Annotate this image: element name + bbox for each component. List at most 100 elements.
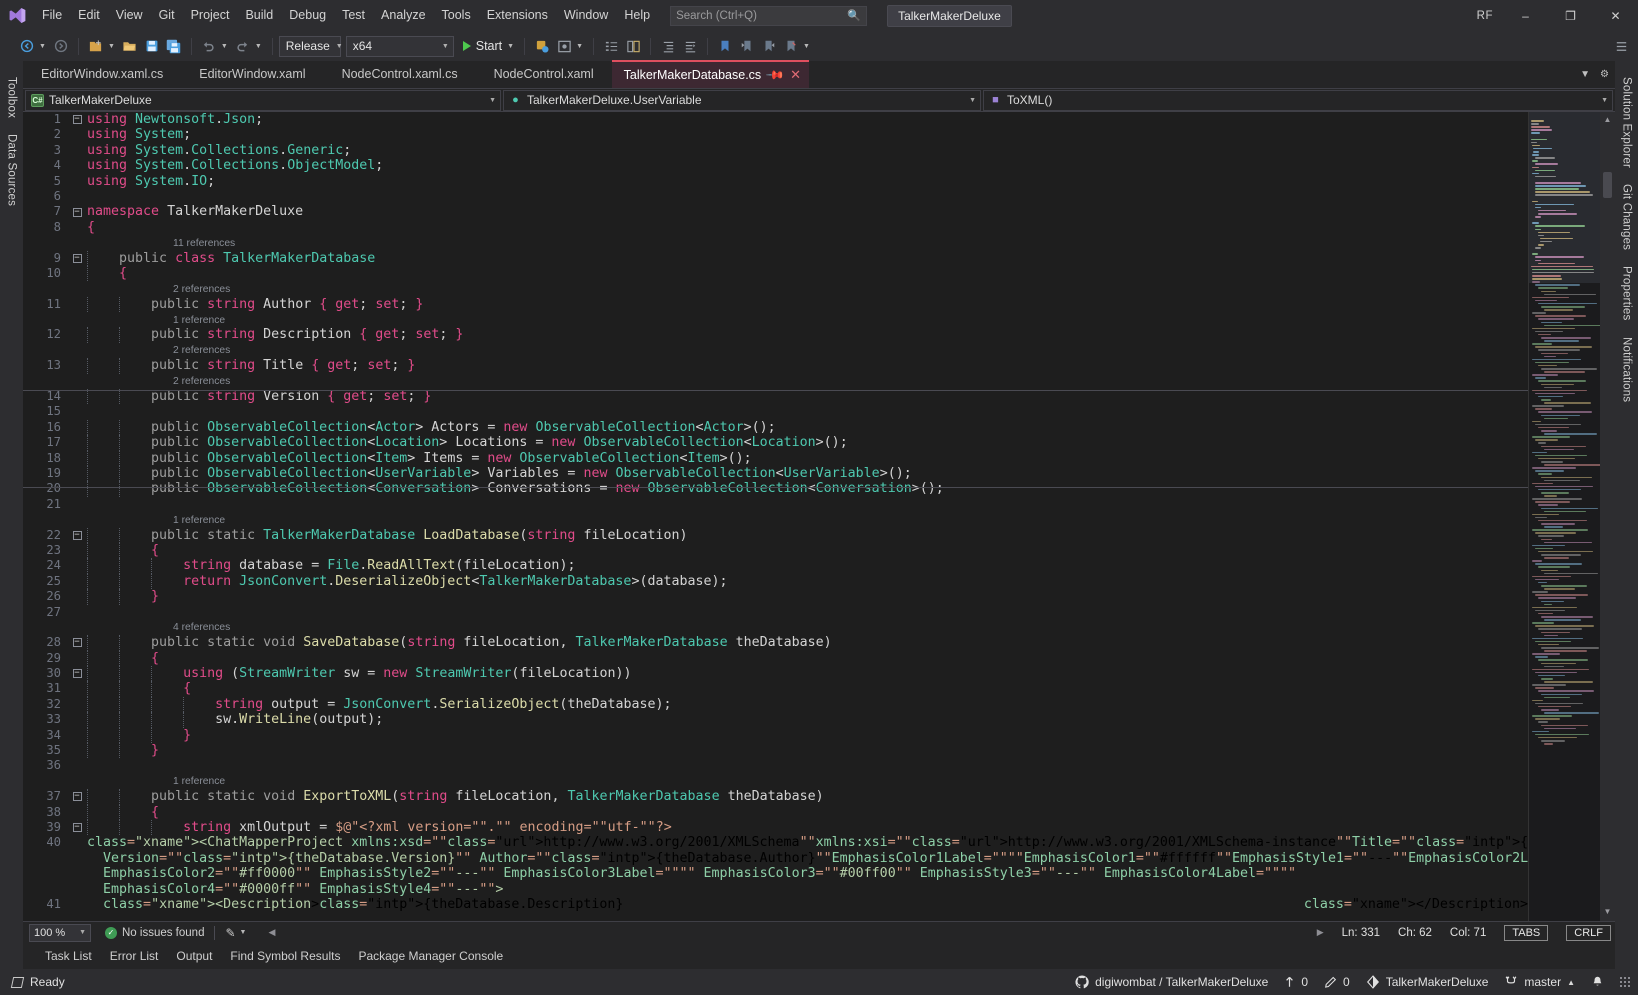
- code-line[interactable]: Version=""class="intp">{theDatabase.Vers…: [23, 851, 1528, 866]
- document-tab-nodecontrol-xaml[interactable]: NodeControl.xaml: [476, 60, 612, 88]
- navigate-forward-icon[interactable]: [50, 34, 72, 58]
- menu-file[interactable]: File: [34, 0, 70, 31]
- close-tab-icon[interactable]: ✕: [790, 62, 801, 88]
- menu-test[interactable]: Test: [334, 0, 373, 31]
- navbar-project-combo[interactable]: C# TalkerMakerDeluxe ▼: [25, 90, 501, 111]
- start-debug-button[interactable]: Start: [459, 34, 506, 58]
- code-line[interactable]: 13 public string Title { get; set; }: [23, 358, 1528, 373]
- menu-project[interactable]: Project: [183, 0, 238, 31]
- notifications-indicator[interactable]: [1591, 975, 1604, 989]
- search-input[interactable]: Search (Ctrl+Q) 🔍: [670, 6, 867, 26]
- properties-window-icon[interactable]: [622, 34, 644, 58]
- rail-tab-toolbox[interactable]: Toolbox: [3, 69, 21, 126]
- code-line[interactable]: 31 {: [23, 681, 1528, 696]
- navbar-member-combo[interactable]: ■ ToXML() ▼: [983, 90, 1613, 111]
- code-line[interactable]: 14 public string Version { get; set; }: [23, 389, 1528, 404]
- previous-bookmark-icon[interactable]: [736, 34, 758, 58]
- code-line[interactable]: 26 }: [23, 589, 1528, 604]
- code-line[interactable]: 33 sw.WriteLine(output);: [23, 712, 1528, 727]
- code-line[interactable]: 22− public static TalkerMakerDatabase Lo…: [23, 528, 1528, 543]
- menu-edit[interactable]: Edit: [70, 0, 108, 31]
- code-line[interactable]: 25 return JsonConvert.DeserializeObject<…: [23, 574, 1528, 589]
- scrollbar-thumb[interactable]: [1603, 172, 1612, 198]
- code-reference-lens[interactable]: 2 references: [23, 281, 1528, 296]
- code-line[interactable]: 17 public ObservableCollection<Location>…: [23, 435, 1528, 450]
- code-reference-lens[interactable]: 11 references: [23, 235, 1528, 250]
- code-reference-lens[interactable]: 4 references: [23, 620, 1528, 635]
- minimap[interactable]: [1528, 112, 1600, 921]
- code-line[interactable]: 30− using (StreamWriter sw = new StreamW…: [23, 666, 1528, 681]
- new-project-caret-icon[interactable]: ▼: [107, 43, 119, 50]
- code-line[interactable]: 2using System;: [23, 127, 1528, 142]
- rail-tab-solution-explorer[interactable]: Solution Explorer: [1618, 69, 1636, 176]
- code-line[interactable]: 12 public string Description { get; set;…: [23, 327, 1528, 342]
- solution-configuration-combo[interactable]: Release ▼: [279, 36, 341, 57]
- solution-platform-combo[interactable]: x64 ▼: [346, 36, 454, 57]
- fold-toggle-icon[interactable]: −: [73, 638, 82, 647]
- code-line[interactable]: 5using System.IO;: [23, 174, 1528, 189]
- fold-toggle-icon[interactable]: −: [73, 792, 82, 801]
- indent-icon[interactable]: [657, 34, 679, 58]
- toolbar-options-icon[interactable]: [1610, 34, 1632, 58]
- code-line[interactable]: 9− public class TalkerMakerDatabase: [23, 251, 1528, 266]
- menu-tools[interactable]: Tools: [434, 0, 479, 31]
- live-share-icon[interactable]: [531, 34, 553, 58]
- close-button[interactable]: ✕: [1593, 0, 1638, 31]
- save-icon[interactable]: [141, 34, 163, 58]
- bottom-tab-output[interactable]: Output: [176, 949, 212, 963]
- collapse-arrow-icon[interactable]: ◀: [268, 927, 275, 938]
- code-line[interactable]: 11 public string Author { get; set; }: [23, 297, 1528, 312]
- tab-settings-icon[interactable]: ⚙: [1600, 69, 1609, 80]
- navbar-type-combo[interactable]: ● TalkerMakerDeluxe.UserVariable ▼: [503, 90, 981, 111]
- code-line[interactable]: EmphasisColor4=""#0000ff"" EmphasisStyle…: [23, 882, 1528, 897]
- fold-toggle-icon[interactable]: −: [73, 208, 82, 217]
- bookmark-icon[interactable]: [714, 34, 736, 58]
- code-line[interactable]: 27: [23, 605, 1528, 620]
- rail-tab-properties[interactable]: Properties: [1618, 258, 1636, 328]
- menu-view[interactable]: View: [108, 0, 151, 31]
- code-line[interactable]: 35 }: [23, 743, 1528, 758]
- code-line[interactable]: 34 }: [23, 728, 1528, 743]
- code-line[interactable]: 18 public ObservableCollection<Item> Ite…: [23, 451, 1528, 466]
- save-all-icon[interactable]: [163, 34, 185, 58]
- code-line[interactable]: 29 {: [23, 651, 1528, 666]
- menu-git[interactable]: Git: [151, 0, 183, 31]
- pending-changes-indicator[interactable]: 0: [1324, 975, 1350, 989]
- issues-indicator[interactable]: ✓ No issues found: [105, 927, 204, 939]
- code-line[interactable]: 41 class="xname"><Description>class="int…: [23, 897, 1528, 912]
- code-line[interactable]: 38 {: [23, 805, 1528, 820]
- code-line[interactable]: 20 public ObservableCollection<Conversat…: [23, 481, 1528, 496]
- code-line[interactable]: 3using System.Collections.Generic;: [23, 143, 1528, 158]
- solution-name-chip[interactable]: TalkerMakerDeluxe: [887, 5, 1012, 27]
- code-reference-lens[interactable]: 2 references: [23, 374, 1528, 389]
- bottom-tab-error-list[interactable]: Error List: [110, 949, 159, 963]
- document-tab-nodecontrol-xaml-cs[interactable]: NodeControl.xaml.cs: [324, 60, 476, 88]
- code-line[interactable]: 23 {: [23, 543, 1528, 558]
- pin-icon[interactable]: 📌: [761, 61, 790, 90]
- new-project-icon[interactable]: [85, 34, 107, 58]
- code-reference-lens[interactable]: 1 reference: [23, 512, 1528, 527]
- code-line[interactable]: 8{: [23, 220, 1528, 235]
- solution-explorer-icon[interactable]: [600, 34, 622, 58]
- maximize-button[interactable]: ❐: [1548, 0, 1593, 31]
- undo-caret-icon[interactable]: ▼: [220, 43, 232, 50]
- code-line[interactable]: 40class="xname"><ChatMapperProject xmlns…: [23, 835, 1528, 850]
- code-reference-lens[interactable]: 2 references: [23, 343, 1528, 358]
- github-repo-indicator[interactable]: digiwombat / TalkerMakerDeluxe: [1075, 975, 1268, 989]
- start-caret-icon[interactable]: ▼: [506, 43, 518, 50]
- code-line[interactable]: 21: [23, 497, 1528, 512]
- back-dropdown-caret-icon[interactable]: ▼: [38, 43, 50, 50]
- resize-grip-icon[interactable]: [1620, 977, 1630, 987]
- code-line[interactable]: 1−using Newtonsoft.Json;: [23, 112, 1528, 127]
- rail-tab-notifications[interactable]: Notifications: [1618, 329, 1636, 410]
- document-tab-talkermakerdatabase-cs[interactable]: TalkerMakerDatabase.cs 📌 ✕: [612, 60, 809, 88]
- branch-indicator[interactable]: master ▲: [1504, 975, 1575, 989]
- fold-toggle-icon[interactable]: −: [73, 531, 82, 540]
- code-line[interactable]: 36: [23, 758, 1528, 773]
- bottom-tab-package-manager-console[interactable]: Package Manager Console: [358, 949, 503, 963]
- code-reference-lens[interactable]: 1 reference: [23, 312, 1528, 327]
- account-avatar[interactable]: RF: [1467, 10, 1503, 22]
- menu-help[interactable]: Help: [616, 0, 658, 31]
- rail-tab-data-sources[interactable]: Data Sources: [3, 126, 21, 214]
- code-line[interactable]: 39− string xmlOutput = $@"<?xml version=…: [23, 820, 1528, 835]
